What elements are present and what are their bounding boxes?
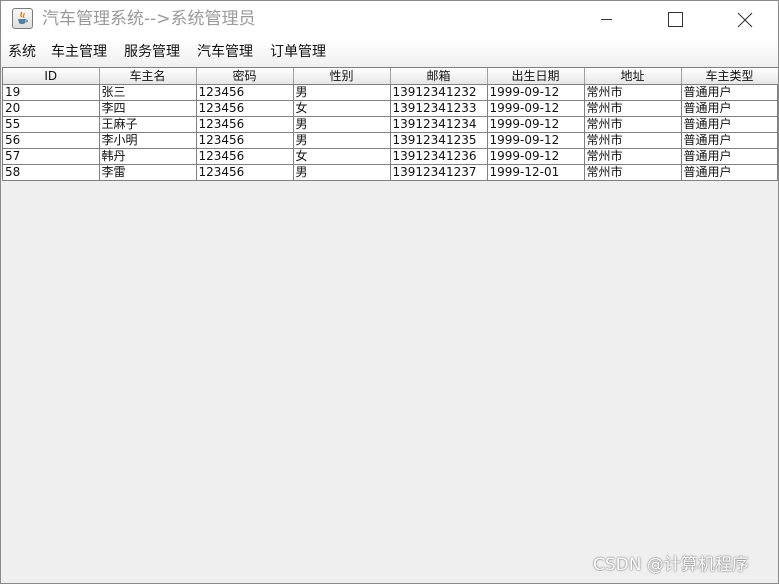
column-header-address[interactable]: 地址 bbox=[584, 68, 682, 85]
cell-address[interactable]: 常州市 bbox=[584, 84, 682, 101]
column-header-id[interactable]: ID bbox=[3, 68, 100, 85]
cell-birth-date[interactable]: 1999-09-12 bbox=[487, 116, 585, 133]
cell-birth-date[interactable]: 1999-09-12 bbox=[487, 84, 585, 101]
cell-email[interactable]: 13912341234 bbox=[390, 116, 488, 133]
cell-owner-type[interactable]: 普通用户 bbox=[681, 164, 778, 181]
table-row[interactable]: 57 韩丹 123456 女 13912341236 1999-09-12 常州… bbox=[3, 148, 778, 165]
cell-birth-date[interactable]: 1999-09-12 bbox=[487, 148, 585, 165]
column-header-gender[interactable]: 性别 bbox=[293, 68, 391, 85]
title-bar[interactable]: 汽车管理系统-->系统管理员 bbox=[1, 1, 778, 39]
cell-email[interactable]: 13912341235 bbox=[390, 132, 488, 149]
close-icon bbox=[737, 12, 753, 28]
cell-address[interactable]: 常州市 bbox=[584, 116, 682, 133]
table-row[interactable]: 19 张三 123456 男 13912341232 1999-09-12 常州… bbox=[3, 84, 778, 101]
cell-gender[interactable]: 女 bbox=[293, 148, 391, 165]
app-window: 汽车管理系统-->系统管理员 系统 车主管理 服务管理 汽车管理 订单管理 ID… bbox=[0, 0, 779, 584]
cell-birth-date[interactable]: 1999-09-12 bbox=[487, 100, 585, 117]
maximize-button[interactable] bbox=[651, 1, 697, 39]
watermark: CSDN @计算机程序 bbox=[593, 555, 749, 575]
table-row[interactable]: 55 王麻子 123456 男 13912341234 1999-09-12 常… bbox=[3, 116, 778, 133]
cell-email[interactable]: 13912341232 bbox=[390, 84, 488, 101]
minimize-icon bbox=[601, 19, 612, 20]
cell-gender[interactable]: 男 bbox=[293, 84, 391, 101]
cell-owner-name[interactable]: 王麻子 bbox=[99, 116, 197, 133]
column-header-owner-name[interactable]: 车主名 bbox=[99, 68, 197, 85]
cell-address[interactable]: 常州市 bbox=[584, 100, 682, 117]
cell-address[interactable]: 常州市 bbox=[584, 164, 682, 181]
table-row[interactable]: 56 李小明 123456 男 13912341235 1999-09-12 常… bbox=[3, 132, 778, 149]
menu-bar: 系统 车主管理 服务管理 汽车管理 订单管理 bbox=[1, 39, 778, 65]
cell-password[interactable]: 123456 bbox=[196, 116, 294, 133]
owner-table[interactable]: ID 车主名 密码 性别 邮箱 出生日期 地址 车主类型 19 张三 12345… bbox=[2, 67, 778, 181]
cell-owner-name[interactable]: 李小明 bbox=[99, 132, 197, 149]
cell-owner-type[interactable]: 普通用户 bbox=[681, 132, 778, 149]
cell-gender[interactable]: 男 bbox=[293, 164, 391, 181]
cell-owner-name[interactable]: 韩丹 bbox=[99, 148, 197, 165]
cell-password[interactable]: 123456 bbox=[196, 164, 294, 181]
close-button[interactable] bbox=[722, 1, 768, 39]
cell-id[interactable]: 19 bbox=[3, 84, 100, 101]
column-header-birth-date[interactable]: 出生日期 bbox=[487, 68, 585, 85]
menu-system[interactable]: 系统 bbox=[8, 43, 36, 61]
column-header-password[interactable]: 密码 bbox=[196, 68, 294, 85]
cell-id[interactable]: 56 bbox=[3, 132, 100, 149]
cell-password[interactable]: 123456 bbox=[196, 100, 294, 117]
cell-password[interactable]: 123456 bbox=[196, 84, 294, 101]
cell-email[interactable]: 13912341233 bbox=[390, 100, 488, 117]
cell-password[interactable]: 123456 bbox=[196, 148, 294, 165]
cell-birth-date[interactable]: 1999-12-01 bbox=[487, 164, 585, 181]
cell-id[interactable]: 55 bbox=[3, 116, 100, 133]
cell-owner-name[interactable]: 李雷 bbox=[99, 164, 197, 181]
cell-owner-name[interactable]: 张三 bbox=[99, 84, 197, 101]
menu-car-management[interactable]: 汽车管理 bbox=[197, 43, 253, 61]
cell-gender[interactable]: 男 bbox=[293, 132, 391, 149]
cell-owner-type[interactable]: 普通用户 bbox=[681, 100, 778, 117]
cell-id[interactable]: 57 bbox=[3, 148, 100, 165]
cell-gender[interactable]: 男 bbox=[293, 116, 391, 133]
cell-email[interactable]: 13912341237 bbox=[390, 164, 488, 181]
table-header-row: ID 车主名 密码 性别 邮箱 出生日期 地址 车主类型 bbox=[3, 68, 778, 85]
minimize-button[interactable] bbox=[583, 1, 629, 39]
menu-service-management[interactable]: 服务管理 bbox=[124, 43, 180, 61]
cell-address[interactable]: 常州市 bbox=[584, 148, 682, 165]
window-title: 汽车管理系统-->系统管理员 bbox=[42, 9, 256, 29]
cell-owner-name[interactable]: 李四 bbox=[99, 100, 197, 117]
cell-birth-date[interactable]: 1999-09-12 bbox=[487, 132, 585, 149]
cell-email[interactable]: 13912341236 bbox=[390, 148, 488, 165]
cell-gender[interactable]: 女 bbox=[293, 100, 391, 117]
cell-owner-type[interactable]: 普通用户 bbox=[681, 148, 778, 165]
maximize-icon bbox=[668, 12, 683, 27]
table-row[interactable]: 20 李四 123456 女 13912341233 1999-09-12 常州… bbox=[3, 100, 778, 117]
table-row[interactable]: 58 李雷 123456 男 13912341237 1999-12-01 常州… bbox=[3, 164, 778, 181]
cell-address[interactable]: 常州市 bbox=[584, 132, 682, 149]
column-header-email[interactable]: 邮箱 bbox=[390, 68, 488, 85]
menu-owner-management[interactable]: 车主管理 bbox=[51, 43, 107, 61]
cell-id[interactable]: 20 bbox=[3, 100, 100, 117]
cell-owner-type[interactable]: 普通用户 bbox=[681, 116, 778, 133]
column-header-owner-type[interactable]: 车主类型 bbox=[681, 68, 778, 85]
cell-owner-type[interactable]: 普通用户 bbox=[681, 84, 778, 101]
cell-password[interactable]: 123456 bbox=[196, 132, 294, 149]
java-icon[interactable] bbox=[12, 8, 33, 29]
cell-id[interactable]: 58 bbox=[3, 164, 100, 181]
menu-order-management[interactable]: 订单管理 bbox=[270, 43, 326, 61]
